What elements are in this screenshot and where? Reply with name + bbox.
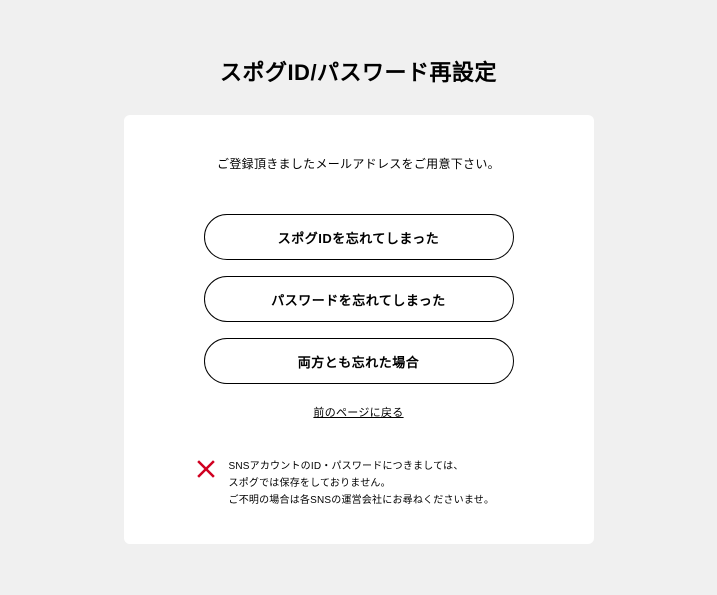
- x-icon: [197, 460, 215, 483]
- forgot-both-button[interactable]: 両方とも忘れた場合: [204, 338, 514, 384]
- notice-line-3: ご不明の場合は各SNSの運営会社にお尋ねくださいませ。: [229, 492, 495, 509]
- notice-line-1: SNSアカウントのID・パスワードにつきましては、: [229, 458, 495, 475]
- back-link[interactable]: 前のページに戻る: [313, 404, 403, 420]
- sns-notice: SNSアカウントのID・パスワードにつきましては、 スポグでは保存をしておりませ…: [157, 458, 561, 509]
- notice-text: SNSアカウントのID・パスワードにつきましては、 スポグでは保存をしておりませ…: [229, 458, 495, 509]
- reset-card: ご登録頂きましたメールアドレスをご用意下さい。 スポグIDを忘れてしまった パス…: [124, 115, 594, 544]
- forgot-id-button[interactable]: スポグIDを忘れてしまった: [204, 214, 514, 260]
- page-title: スポグID/パスワード再設定: [220, 55, 497, 87]
- notice-line-2: スポグでは保存をしておりません。: [229, 475, 495, 492]
- instruction-text: ご登録頂きましたメールアドレスをご用意下さい。: [217, 155, 500, 172]
- forgot-password-button[interactable]: パスワードを忘れてしまった: [204, 276, 514, 322]
